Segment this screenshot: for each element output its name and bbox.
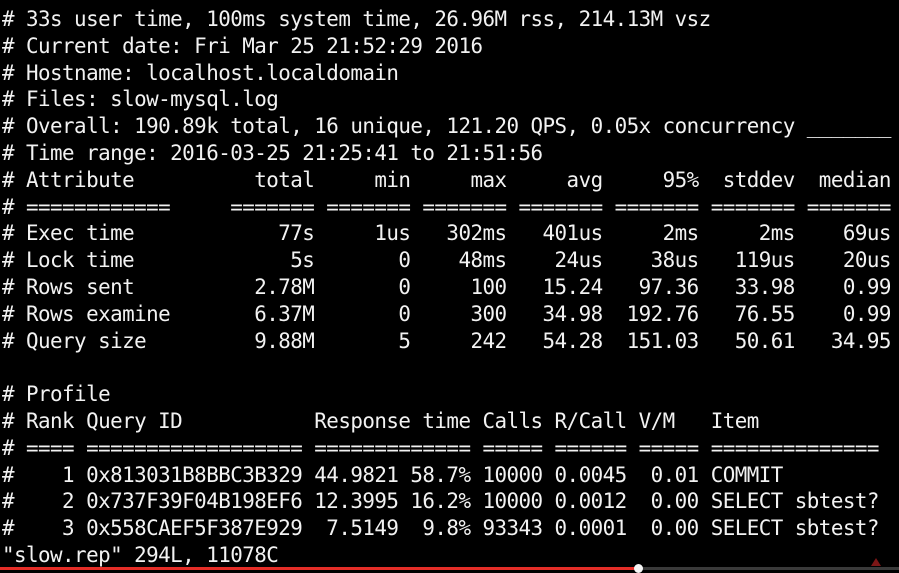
profile-row-1: # 1 0x813031B8BBC3B329 44.9821 58.7% 100… — [1, 462, 783, 487]
attribute-row-exec-time: # Exec time 77s 1us 302ms 401us 2ms 2ms … — [1, 221, 891, 246]
attribute-row-lock-time: # Lock time 5s 0 48ms 24us 38us 119us 20… — [1, 248, 891, 273]
vim-status-line: "slow.rep" 294L, 11078C — [1, 542, 279, 567]
terminal-window[interactable]: # 33s user time, 100ms system time, 26.9… — [0, 0, 899, 570]
attribute-table-separator: # ============ ======= ======= ======= =… — [1, 194, 891, 219]
profile-row-3: # 3 0x558CAEF5F387E929 7.5149 9.8% 93343… — [1, 516, 879, 541]
profile-table-separator: # ==== ================== ============= … — [1, 435, 879, 460]
attribute-table-header: # Attribute total min max avg 95% stddev… — [1, 167, 891, 192]
terminal-line-overall: # Overall: 190.89k total, 16 unique, 121… — [1, 114, 891, 139]
attribute-row-rows-examine: # Rows examine 6.37M 0 300 34.98 192.76 … — [1, 301, 891, 326]
attribute-row-query-size: # Query size 9.88M 5 242 54.28 151.03 50… — [1, 328, 891, 353]
terminal-line-files: # Files: slow-mysql.log — [1, 87, 279, 112]
profile-table-header: # Rank Query ID Response time Calls R/Ca… — [1, 408, 759, 433]
terminal-line-resource-usage: # 33s user time, 100ms system time, 26.9… — [1, 7, 711, 31]
profile-row-2: # 2 0x737F39F04B198EF6 12.3995 16.2% 100… — [1, 489, 879, 514]
terminal-line-time-range: # Time range: 2016-03-25 21:25:41 to 21:… — [1, 140, 543, 165]
terminal-line-hostname: # Hostname: localhost.localdomain — [1, 60, 399, 85]
player-marker-icon — [871, 558, 881, 566]
terminal-line-current-date: # Current date: Fri Mar 25 21:52:29 2016 — [1, 33, 483, 58]
video-progress-scrubber-handle[interactable] — [633, 564, 643, 573]
profile-heading: # Profile — [1, 382, 111, 407]
attribute-row-rows-sent: # Rows sent 2.78M 0 100 15.24 97.36 33.9… — [1, 274, 891, 299]
